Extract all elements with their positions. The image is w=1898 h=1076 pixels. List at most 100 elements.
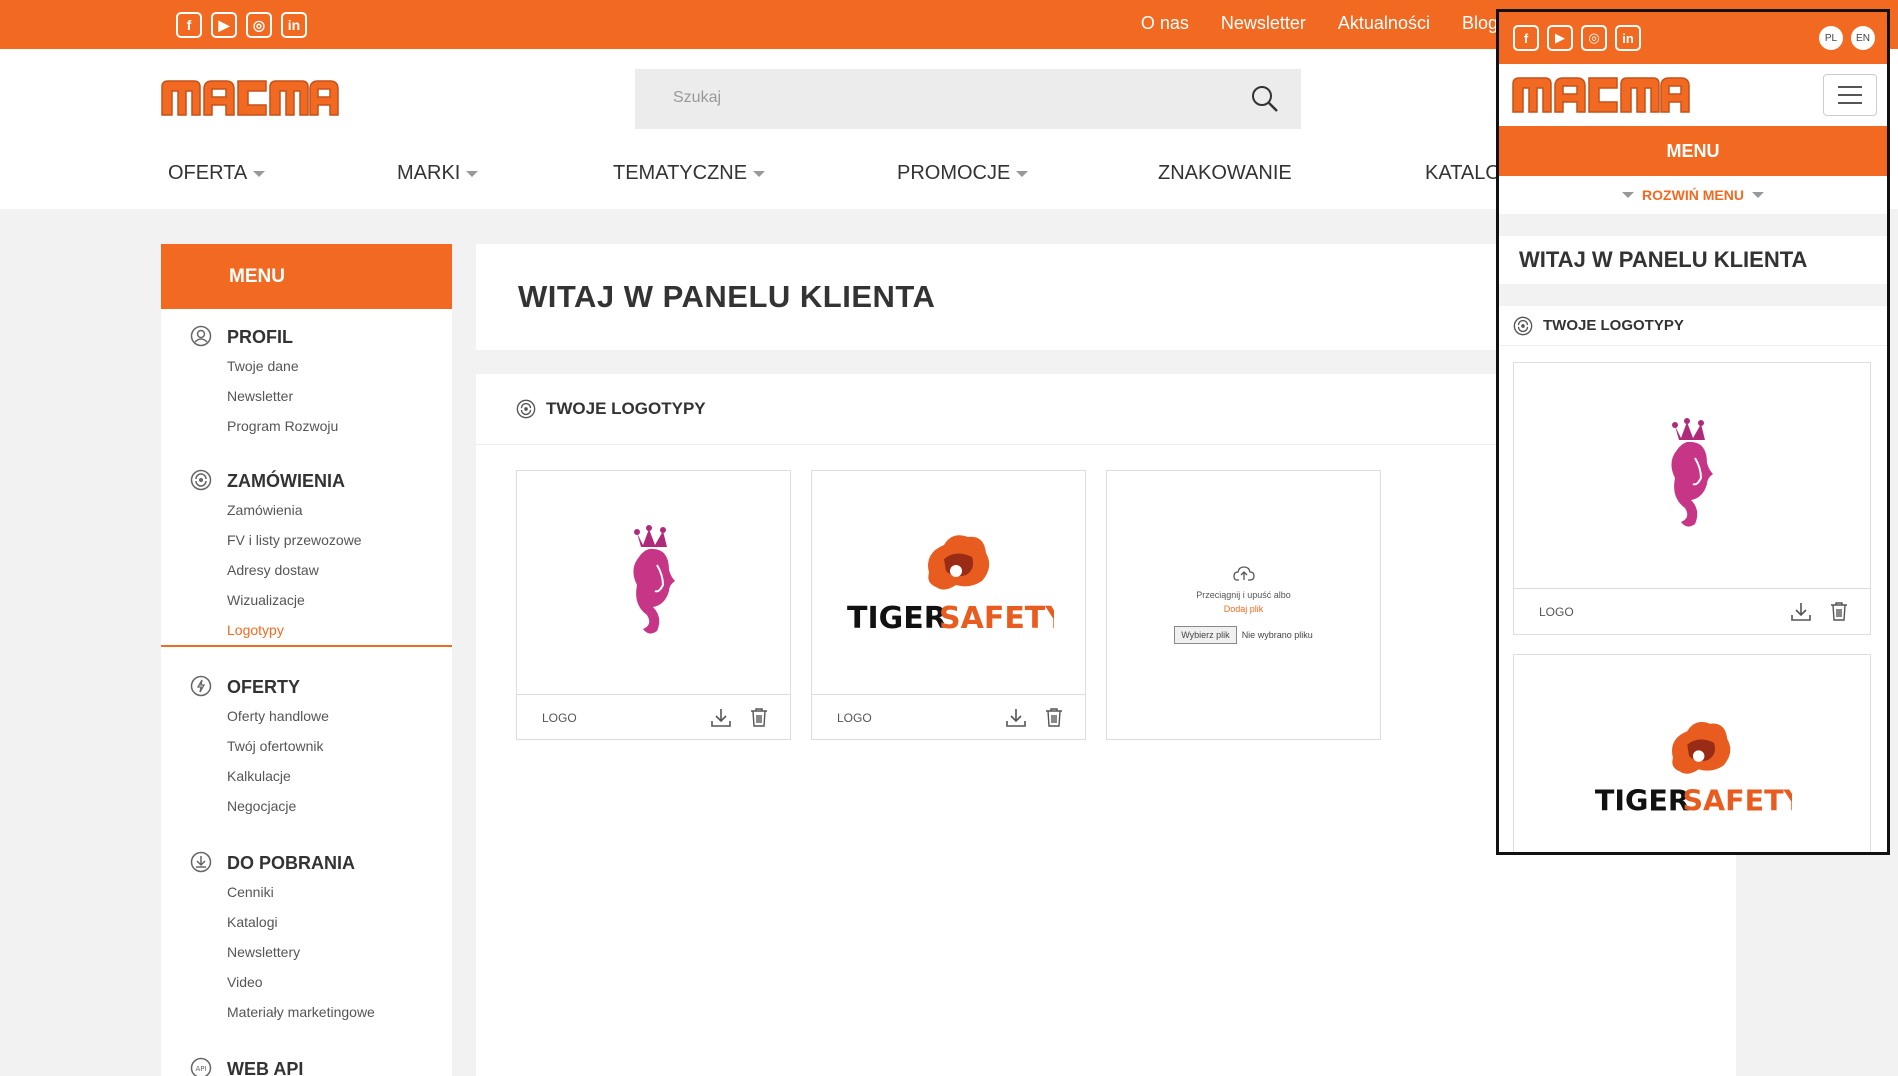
logo-card-footer: LOGO xyxy=(812,695,1085,740)
top-link-aktualnosci[interactable]: Aktualności xyxy=(1338,13,1430,34)
queen-logo-image xyxy=(1514,363,1870,589)
nav-label: MARKI xyxy=(397,162,461,184)
download-icon[interactable] xyxy=(710,707,732,729)
instagram-icon[interactable]: ◎ xyxy=(246,12,272,38)
sidebar-item-kalkulacje[interactable]: Kalkulacje xyxy=(227,761,452,791)
logos-icon xyxy=(516,399,536,419)
nav-promocje[interactable]: PROMOCJE xyxy=(897,162,1158,185)
sidebar: MENU PROFIL Twoje dane Newsletter Progra… xyxy=(161,244,452,1076)
sidebar-section-zamowienia: ZAMÓWIENIA Zamówienia FV i listy przewoz… xyxy=(161,467,452,647)
sidebar-item-twoje-dane[interactable]: Twoje dane xyxy=(227,351,452,381)
top-link-o-nas[interactable]: O nas xyxy=(1141,13,1189,34)
orders-icon xyxy=(190,469,212,491)
sidebar-item-oferty-handlowe[interactable]: Oferty handlowe xyxy=(227,701,452,731)
mobile-logo-card: LOGO xyxy=(1513,362,1871,635)
lang-pl[interactable]: PL xyxy=(1819,26,1843,50)
sidebar-item-newslettery[interactable]: Newslettery xyxy=(227,937,452,967)
tigersafety-logo-image: TIGER SAFETY xyxy=(812,471,1085,695)
sidebar-section-title[interactable]: WEB API xyxy=(227,1055,452,1076)
language-switch: PL EN xyxy=(1819,26,1875,50)
trash-icon[interactable] xyxy=(750,707,768,727)
sidebar-item-katalogi[interactable]: Katalogi xyxy=(227,907,452,937)
youtube-icon[interactable]: ▶ xyxy=(1547,25,1573,51)
choose-file-button[interactable]: Wybierz plik xyxy=(1174,626,1237,644)
nav-label: TEMATYCZNE xyxy=(613,162,748,184)
queen-logo-image xyxy=(517,471,790,695)
trash-icon[interactable] xyxy=(1830,601,1848,621)
nav-znakowanie[interactable]: ZNAKOWANIE xyxy=(1158,162,1425,185)
sidebar-item-newsletter[interactable]: Newsletter xyxy=(227,381,452,411)
nav-label: OFERTA xyxy=(168,162,248,184)
chevron-down-icon xyxy=(1622,192,1635,198)
sidebar-item-cenniki[interactable]: Cenniki xyxy=(227,877,452,907)
expand-menu-button[interactable]: ROZWIŃ MENU xyxy=(1499,176,1887,214)
sidebar-item-fv[interactable]: FV i listy przewozowe xyxy=(227,525,452,555)
download-icon[interactable] xyxy=(1790,601,1812,623)
sidebar-section-title[interactable]: PROFIL xyxy=(227,323,452,351)
macma-logo[interactable] xyxy=(1511,76,1691,119)
sidebar-item-zamowienia[interactable]: Zamówienia xyxy=(227,495,452,525)
chevron-down-icon xyxy=(753,170,766,177)
facebook-icon[interactable]: f xyxy=(1513,25,1539,51)
mobile-header xyxy=(1499,64,1887,126)
mobile-page-title: WITAJ W PANELU KLIENTA xyxy=(1499,236,1887,284)
logo-card-footer: LOGO xyxy=(1514,589,1870,634)
tigersafety-logo-image: TIGER SAFETY xyxy=(1514,655,1870,852)
top-link-newsletter[interactable]: Newsletter xyxy=(1221,13,1306,34)
file-status: Nie wybrano pliku xyxy=(1241,630,1313,640)
logo-card-footer: LOGO xyxy=(517,695,790,740)
sidebar-item-wizualizacje[interactable]: Wizualizacje xyxy=(227,585,452,615)
top-link-blog[interactable]: Blog xyxy=(1462,13,1498,34)
nav-tematyczne[interactable]: TEMATYCZNE xyxy=(613,162,897,185)
sidebar-section-title[interactable]: OFERTY xyxy=(227,673,452,701)
sidebar-section-web-api: API WEB API xyxy=(161,1055,452,1076)
chevron-down-icon xyxy=(1016,170,1029,177)
lang-en[interactable]: EN xyxy=(1851,26,1875,50)
sidebar-section-title[interactable]: ZAMÓWIENIA xyxy=(227,467,452,495)
youtube-icon[interactable]: ▶ xyxy=(211,12,237,38)
api-icon: API xyxy=(190,1057,212,1076)
instagram-icon[interactable]: ◎ xyxy=(1581,25,1607,51)
chevron-down-icon xyxy=(1751,192,1764,198)
logo-label: LOGO xyxy=(542,710,577,725)
cloud-upload-icon xyxy=(1232,566,1255,581)
file-input: Wybierz plik Nie wybrano pliku xyxy=(1174,626,1313,644)
sidebar-section-title[interactable]: DO POBRANIA xyxy=(227,849,452,877)
nav-katalogi[interactable]: KATALO xyxy=(1425,162,1505,185)
logo-label: LOGO xyxy=(1539,604,1574,619)
social-links: f ▶ ◎ in xyxy=(176,12,307,38)
sidebar-menu-header: MENU xyxy=(161,244,452,309)
upload-dropzone[interactable]: Przeciągnij i upuść albo Dodaj plik Wybi… xyxy=(1107,471,1380,739)
linkedin-icon[interactable]: in xyxy=(1615,25,1641,51)
logo-card: TIGER SAFETY LOGO xyxy=(811,470,1086,740)
sidebar-item-adresy[interactable]: Adresy dostaw xyxy=(227,555,452,585)
sidebar-item-ofertownik[interactable]: Twój ofertownik xyxy=(227,731,452,761)
search-icon[interactable] xyxy=(1251,85,1279,113)
nav-oferta[interactable]: OFERTA xyxy=(168,162,397,185)
upload-add-link[interactable]: Dodaj plik xyxy=(1224,604,1264,614)
sidebar-item-logotypy[interactable]: Logotypy xyxy=(227,615,452,645)
upload-card[interactable]: Przeciągnij i upuść albo Dodaj plik Wybi… xyxy=(1106,470,1381,740)
top-links: O nas Newsletter Aktualności Blog xyxy=(1141,13,1498,34)
sidebar-section-profil: PROFIL Twoje dane Newsletter Program Roz… xyxy=(161,323,452,441)
download-circle-icon xyxy=(190,851,212,873)
logo-label: LOGO xyxy=(837,710,872,725)
macma-logo[interactable] xyxy=(160,79,340,122)
download-icon[interactable] xyxy=(1005,707,1027,729)
nav-marki[interactable]: MARKI xyxy=(397,162,613,185)
sidebar-item-program-rozwoju[interactable]: Program Rozwoju xyxy=(227,411,452,441)
sidebar-item-negocjacje[interactable]: Negocjacje xyxy=(227,791,452,821)
trash-icon[interactable] xyxy=(1045,707,1063,727)
search-box[interactable]: Szukaj xyxy=(635,69,1301,129)
facebook-icon[interactable]: f xyxy=(176,12,202,38)
hamburger-menu-icon[interactable] xyxy=(1823,74,1877,116)
sidebar-section-do-pobrania: DO POBRANIA Cenniki Katalogi Newslettery… xyxy=(161,849,452,1027)
mobile-logos-header: TWOJE LOGOTYPY xyxy=(1499,306,1887,346)
linkedin-icon[interactable]: in xyxy=(281,12,307,38)
tigersafety-tiger: TIGER xyxy=(1595,783,1690,817)
sidebar-item-materialy[interactable]: Materiały marketingowe xyxy=(227,997,452,1027)
mobile-preview: f ▶ ◎ in PL EN MENU ROZWIŃ MENU WITAJ W … xyxy=(1496,9,1890,855)
upload-hint: Przeciągnij i upuść albo xyxy=(1196,590,1291,600)
mobile-top-bar: f ▶ ◎ in PL EN xyxy=(1499,12,1887,64)
sidebar-item-video[interactable]: Video xyxy=(227,967,452,997)
